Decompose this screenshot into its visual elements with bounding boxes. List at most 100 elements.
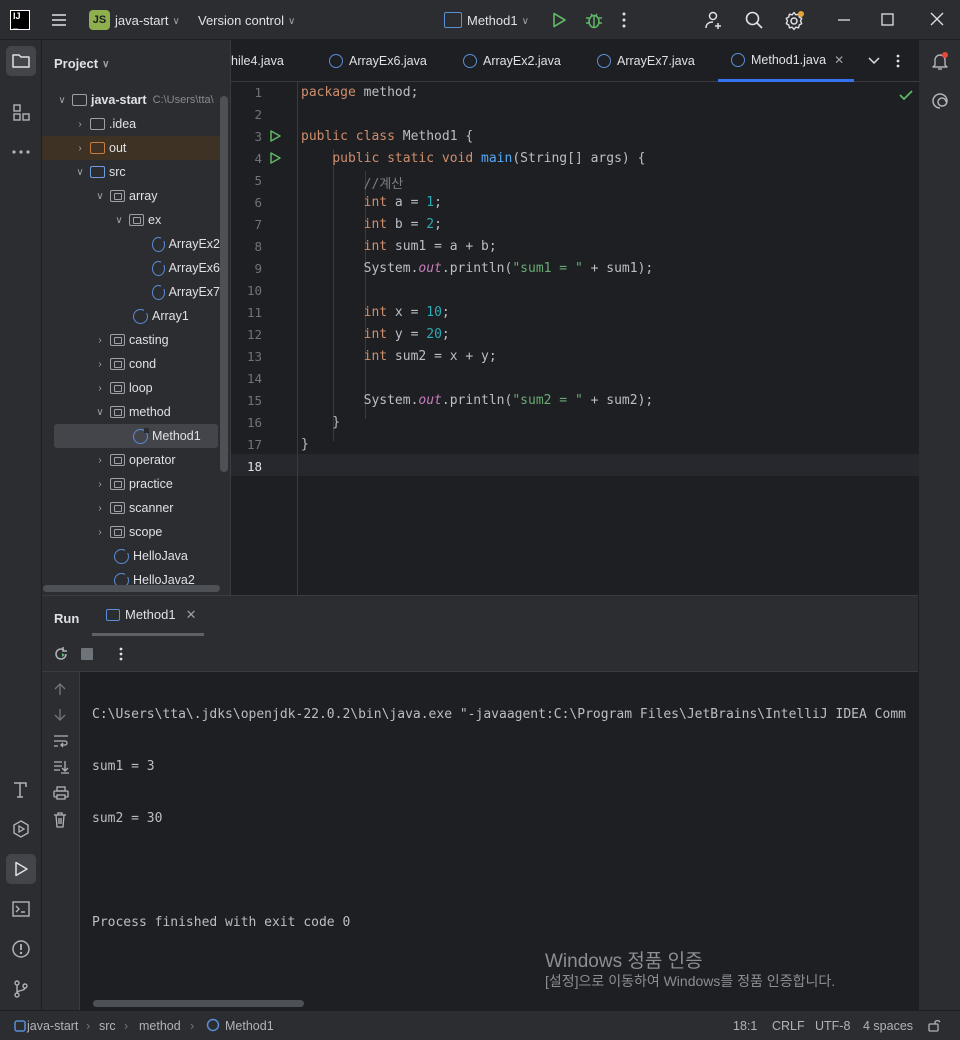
add-user-icon[interactable] <box>704 10 724 30</box>
code-line[interactable]: package method; <box>301 85 418 100</box>
arrow-down-icon[interactable] <box>53 708 67 722</box>
scroll-to-end-icon[interactable] <box>53 760 69 774</box>
project-vertical-scrollbar[interactable] <box>220 96 228 472</box>
tab-list-chevron-icon[interactable] <box>867 53 881 67</box>
tab-while4[interactable]: hile4.java <box>231 40 311 82</box>
no-problems-check-icon[interactable] <box>898 87 914 103</box>
code-line[interactable]: //계산 <box>301 173 404 192</box>
editor-more-icon[interactable] <box>895 53 901 69</box>
code-line[interactable]: System.out.println("sum1 = " + sum1); <box>301 261 654 276</box>
tree-item-arrayex6[interactable]: ArrayEx6 <box>42 256 220 280</box>
tree-item-array[interactable]: ∨ array <box>42 184 220 208</box>
code-line[interactable]: System.out.println("sum2 = " + sum2); <box>301 393 654 408</box>
run-tool-icon[interactable] <box>6 854 36 884</box>
tab-arrayex6[interactable]: ArrayEx6.java <box>329 40 427 82</box>
services-icon[interactable] <box>6 814 36 844</box>
console-line: sum2 = 30 <box>92 811 163 826</box>
line-separator[interactable]: CRLF <box>772 1019 805 1033</box>
soft-wrap-icon[interactable] <box>53 734 69 748</box>
console-output[interactable]: C:\Users\tta\.jdks\openjdk-22.0.2\bin\ja… <box>92 676 918 966</box>
tree-item-src[interactable]: ∨ src <box>42 160 220 184</box>
indent-setting[interactable]: 4 spaces <box>863 1019 913 1033</box>
tree-item-casting[interactable]: › casting <box>42 328 220 352</box>
file-encoding[interactable]: UTF-8 <box>815 1019 850 1033</box>
tree-item-method[interactable]: ∨ method <box>42 400 220 424</box>
more-tools-icon[interactable] <box>6 137 36 167</box>
code-line[interactable]: int a = 1; <box>301 195 442 210</box>
project-switcher[interactable]: java-start ∨ <box>115 13 180 28</box>
terminal-icon[interactable] <box>6 894 36 924</box>
code-line[interactable]: int sum2 = x + y; <box>301 349 497 364</box>
structure-icon[interactable] <box>6 97 36 127</box>
rerun-icon[interactable] <box>53 646 69 662</box>
run-class-gutter-icon[interactable] <box>268 129 282 143</box>
arrow-up-icon[interactable] <box>53 682 67 696</box>
close-run-tab-icon[interactable]: ✕ <box>186 607 197 623</box>
main-menu-icon[interactable] <box>50 11 68 29</box>
run-tab-method1[interactable]: Method1 ✕ <box>92 596 204 636</box>
search-icon[interactable] <box>744 10 764 30</box>
tree-item-cond[interactable]: › cond <box>42 352 220 376</box>
console-horizontal-scrollbar[interactable] <box>93 1000 304 1007</box>
run-config-selector[interactable]: Method1 ∨ <box>467 13 529 28</box>
close-tab-icon[interactable]: ✕ <box>834 53 844 67</box>
debug-icon[interactable] <box>584 10 604 30</box>
settings-gear-icon[interactable] <box>784 10 806 32</box>
code-line[interactable]: int x = 10; <box>301 305 450 320</box>
tree-item-ex[interactable]: ∨ ex <box>42 208 220 232</box>
run-more-icon[interactable] <box>118 646 124 662</box>
tree-item-arrayex7[interactable]: ArrayEx7 <box>42 280 220 304</box>
code-line[interactable]: } <box>301 437 309 452</box>
minimize-window-icon[interactable] <box>836 10 852 30</box>
stop-icon[interactable] <box>81 648 93 660</box>
code-line[interactable]: int y = 20; <box>301 327 450 342</box>
problems-icon[interactable] <box>6 934 36 964</box>
run-icon[interactable] <box>550 11 568 29</box>
build-hammer-icon[interactable] <box>6 774 36 804</box>
breadcrumb-project[interactable]: java-start <box>27 1019 78 1033</box>
project-badge[interactable]: JS <box>89 10 110 30</box>
notifications-bell-icon[interactable] <box>927 48 953 74</box>
project-panel-title[interactable]: Project ∨ <box>54 56 109 71</box>
code-line[interactable]: int sum1 = a + b; <box>301 239 497 254</box>
project-horizontal-scrollbar[interactable] <box>43 585 220 592</box>
tree-item-practice[interactable]: › practice <box>42 472 220 496</box>
close-window-icon[interactable] <box>928 10 946 28</box>
intellij-logo-icon[interactable]: IJ _ <box>10 10 30 30</box>
tree-item-arrayex2[interactable]: ArrayEx2 <box>42 232 220 256</box>
code-line[interactable]: public static void main(String[] args) { <box>301 151 645 166</box>
code-line[interactable]: } <box>301 415 340 430</box>
java-class-icon <box>329 54 343 68</box>
lock-icon[interactable] <box>927 1018 941 1032</box>
tree-item-scanner[interactable]: › scanner <box>42 496 220 520</box>
ai-assistant-spiral-icon[interactable] <box>927 88 953 114</box>
tab-arrayex7[interactable]: ArrayEx7.java <box>597 40 695 82</box>
project-tool-folder-icon[interactable] <box>6 46 36 76</box>
tree-item-hellojava[interactable]: HelloJava <box>42 544 220 568</box>
version-control-menu[interactable]: Version control ∨ <box>198 13 295 28</box>
code-line[interactable]: int b = 2; <box>301 217 442 232</box>
maximize-window-icon[interactable] <box>879 11 897 29</box>
trash-icon[interactable] <box>53 812 67 828</box>
run-main-gutter-icon[interactable] <box>268 151 282 165</box>
tree-item-idea[interactable]: › .idea <box>42 112 220 136</box>
caret-position[interactable]: 18:1 <box>733 1019 757 1033</box>
breadcrumb-src[interactable]: src <box>99 1019 116 1033</box>
breadcrumb-method1[interactable]: Method1 <box>225 1019 274 1033</box>
more-actions-icon[interactable] <box>620 11 628 29</box>
tab-method1-active[interactable]: Method1.java ✕ <box>718 40 854 82</box>
code-line[interactable]: public class Method1 { <box>301 129 473 144</box>
breadcrumb-method[interactable]: method <box>139 1019 181 1033</box>
print-icon[interactable] <box>53 786 69 800</box>
tree-item-operator[interactable]: › operator <box>42 448 220 472</box>
tree-item-out[interactable]: › out <box>42 136 220 160</box>
chevron-down-icon: ∨ <box>76 166 84 178</box>
tree-item-label: ex <box>148 213 162 227</box>
tree-item-scope[interactable]: › scope <box>42 520 220 544</box>
tree-item-array1[interactable]: Array1 <box>42 304 220 328</box>
tree-item-loop[interactable]: › loop <box>42 376 220 400</box>
tree-root[interactable]: ∨ java-start C:\Users\tta\ <box>42 88 220 112</box>
git-branch-icon[interactable] <box>6 974 36 1004</box>
tree-item-method1-selected[interactable]: Method1 <box>54 424 218 448</box>
tab-arrayex2[interactable]: ArrayEx2.java <box>463 40 561 82</box>
